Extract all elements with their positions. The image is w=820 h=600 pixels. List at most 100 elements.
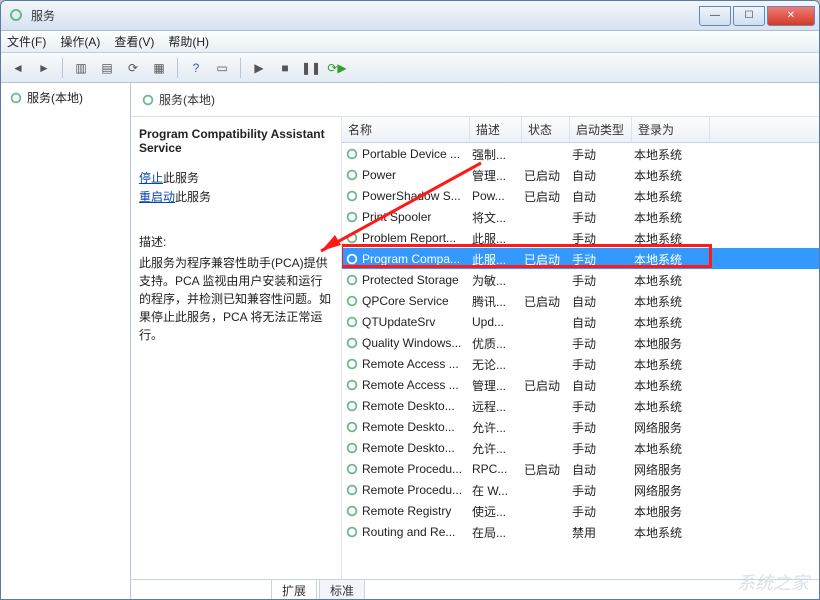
cell-desc: 为敏... xyxy=(472,272,524,289)
cell-name: Routing and Re... xyxy=(362,525,472,539)
column-desc[interactable]: 描述 xyxy=(470,117,522,142)
detail-pane: Program Compatibility Assistant Service … xyxy=(131,117,341,579)
service-row[interactable]: Remote Access ... 无论... 手动 本地系统 xyxy=(342,353,819,374)
service-row[interactable]: Remote Deskto... 远程... 手动 本地系统 xyxy=(342,395,819,416)
cell-logon: 本地系统 xyxy=(634,377,712,394)
restart-service-link[interactable]: 重启动 xyxy=(139,190,175,204)
cell-startup: 自动 xyxy=(572,461,634,478)
cell-desc: 允许... xyxy=(472,440,524,457)
help-button[interactable]: ? xyxy=(185,57,207,79)
gear-icon xyxy=(345,273,359,287)
menu-view[interactable]: 查看(V) xyxy=(114,33,154,50)
cell-name: Remote Deskto... xyxy=(362,420,472,434)
minimize-button[interactable]: — xyxy=(699,6,731,26)
service-row[interactable]: Remote Procedu... 在 W... 手动 网络服务 xyxy=(342,479,819,500)
service-row[interactable]: Remote Registry 使远... 手动 本地服务 xyxy=(342,500,819,521)
cell-logon: 网络服务 xyxy=(634,419,712,436)
gear-icon xyxy=(345,147,359,161)
pause-service-button[interactable]: ❚❚ xyxy=(300,57,322,79)
service-row[interactable]: Remote Access ... 管理... 已启动 自动 本地系统 xyxy=(342,374,819,395)
cell-startup: 手动 xyxy=(572,440,634,457)
column-startup[interactable]: 启动类型 xyxy=(570,117,632,142)
menu-action[interactable]: 操作(A) xyxy=(60,33,100,50)
service-row[interactable]: Remote Procedu... RPC... 已启动 自动 网络服务 xyxy=(342,458,819,479)
watermark-text: 系统之家 xyxy=(737,569,809,595)
cell-status: 已启动 xyxy=(524,251,572,268)
services-list[interactable]: 名称 描述 状态 启动类型 登录为 Portable Device ... 强制… xyxy=(341,117,819,579)
right-panel-title: 服务(本地) xyxy=(159,91,215,108)
back-button[interactable]: ◄ xyxy=(7,57,29,79)
cell-desc: Upd... xyxy=(472,315,524,329)
tree-panel: 服务(本地) xyxy=(1,83,131,600)
cell-startup: 自动 xyxy=(572,314,634,331)
start-service-button[interactable]: ▶ xyxy=(248,57,270,79)
menu-file[interactable]: 文件(F) xyxy=(7,33,46,50)
list-header[interactable]: 名称 描述 状态 启动类型 登录为 xyxy=(342,117,819,143)
cell-name: Remote Registry xyxy=(362,504,472,518)
restart-service-button[interactable]: ⟳▶ xyxy=(326,57,348,79)
cell-logon: 网络服务 xyxy=(634,482,712,499)
service-row[interactable]: Protected Storage 为敏... 手动 本地系统 xyxy=(342,269,819,290)
cell-logon: 本地系统 xyxy=(634,251,712,268)
show-hide-tree-button[interactable]: ▥ xyxy=(70,57,92,79)
refresh-button[interactable]: ⟳ xyxy=(122,57,144,79)
options-button[interactable]: ▭ xyxy=(211,57,233,79)
maximize-button[interactable]: ☐ xyxy=(733,6,765,26)
gear-icon xyxy=(345,336,359,350)
cell-desc: 优质... xyxy=(472,335,524,352)
service-row[interactable]: PowerShadow S... Pow... 已启动 自动 本地系统 xyxy=(342,185,819,206)
cell-startup: 手动 xyxy=(572,419,634,436)
cell-logon: 本地系统 xyxy=(634,188,712,205)
cell-name: Remote Deskto... xyxy=(362,399,472,413)
cell-logon: 网络服务 xyxy=(634,461,712,478)
cell-name: PowerShadow S... xyxy=(362,189,472,203)
column-status[interactable]: 状态 xyxy=(522,117,570,142)
titlebar[interactable]: 服务 — ☐ ✕ xyxy=(1,1,819,31)
tab-standard[interactable]: 标准 xyxy=(319,579,365,600)
menu-help[interactable]: 帮助(H) xyxy=(168,33,209,50)
properties-button[interactable]: ▤ xyxy=(96,57,118,79)
service-row[interactable]: Power 管理... 已启动 自动 本地系统 xyxy=(342,164,819,185)
cell-startup: 手动 xyxy=(572,209,634,226)
cell-name: Quality Windows... xyxy=(362,336,472,350)
cell-name: Print Spooler xyxy=(362,210,472,224)
tab-extended[interactable]: 扩展 xyxy=(271,579,317,600)
cell-status: 已启动 xyxy=(524,167,572,184)
service-row[interactable]: QPCore Service 腾讯... 已启动 自动 本地系统 xyxy=(342,290,819,311)
service-row[interactable]: Portable Device ... 强制... 手动 本地系统 xyxy=(342,143,819,164)
cell-logon: 本地系统 xyxy=(634,398,712,415)
cell-name: Remote Access ... xyxy=(362,378,472,392)
cell-desc: 在局... xyxy=(472,524,524,541)
service-row[interactable]: Routing and Re... 在局... 禁用 本地系统 xyxy=(342,521,819,542)
selected-service-name: Program Compatibility Assistant Service xyxy=(139,127,333,155)
service-row[interactable]: Print Spooler 将文... 手动 本地系统 xyxy=(342,206,819,227)
tree-node-label: 服务(本地) xyxy=(27,89,83,106)
services-app-icon xyxy=(9,8,25,24)
stop-suffix-text: 此服务 xyxy=(163,171,199,185)
stop-service-button[interactable]: ■ xyxy=(274,57,296,79)
tree-node-services-local[interactable]: 服务(本地) xyxy=(1,83,130,112)
export-button[interactable]: ▦ xyxy=(148,57,170,79)
service-row[interactable]: Problem Report... 此服... 手动 本地系统 xyxy=(342,227,819,248)
cell-startup: 自动 xyxy=(572,167,634,184)
cell-startup: 手动 xyxy=(572,251,634,268)
service-row[interactable]: Remote Deskto... 允许... 手动 网络服务 xyxy=(342,416,819,437)
cell-startup: 手动 xyxy=(572,398,634,415)
column-logon[interactable]: 登录为 xyxy=(632,117,710,142)
service-row[interactable]: Program Compa... 此服... 已启动 手动 本地系统 xyxy=(342,248,819,269)
cell-startup: 自动 xyxy=(572,377,634,394)
cell-desc: 管理... xyxy=(472,377,524,394)
column-name[interactable]: 名称 xyxy=(342,117,470,142)
service-row[interactable]: Quality Windows... 优质... 手动 本地服务 xyxy=(342,332,819,353)
service-row[interactable]: Remote Deskto... 允许... 手动 本地系统 xyxy=(342,437,819,458)
service-row[interactable]: QTUpdateSrv Upd... 自动 本地系统 xyxy=(342,311,819,332)
forward-button[interactable]: ► xyxy=(33,57,55,79)
cell-name: Remote Access ... xyxy=(362,357,472,371)
description-label: 描述: xyxy=(139,233,333,250)
close-button[interactable]: ✕ xyxy=(767,6,815,26)
stop-service-link[interactable]: 停止 xyxy=(139,171,163,185)
cell-startup: 手动 xyxy=(572,230,634,247)
cell-desc: 在 W... xyxy=(472,482,524,499)
gear-icon xyxy=(345,252,359,266)
cell-startup: 手动 xyxy=(572,503,634,520)
